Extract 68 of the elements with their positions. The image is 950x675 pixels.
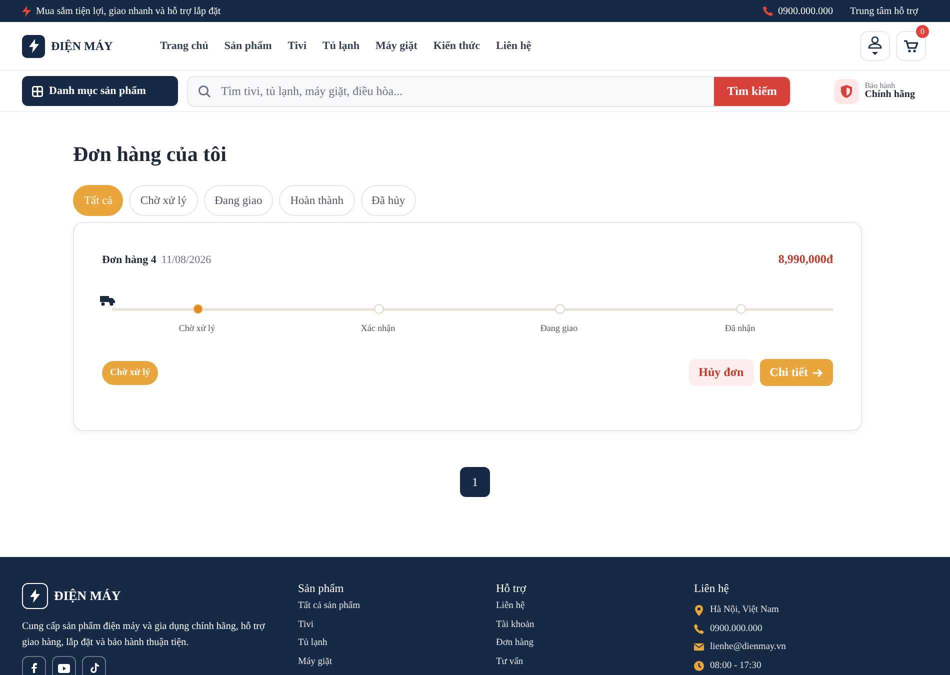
search-field[interactable]: Tìm tivi, tủ lạnh, máy giặt, điều hòa... Tìm kiếm	[187, 76, 791, 106]
nav-link[interactable]: Kiến thức	[433, 40, 480, 52]
footer-link[interactable]: Tư vấn	[496, 656, 694, 675]
footer-heading: Liên hệ	[694, 583, 730, 595]
footer-link[interactable]: Tivi	[298, 620, 496, 638]
arrow-right-icon	[813, 368, 823, 378]
contact-text: 08:00 - 17:30	[710, 660, 762, 671]
filter-tab[interactable]: Đã hủy	[360, 185, 416, 216]
phone-icon	[694, 624, 704, 634]
nav-link[interactable]: Trang chủ	[160, 40, 208, 52]
search-button[interactable]: Tìm kiếm	[714, 76, 790, 106]
support-link[interactable]: Trung tâm hỗ trợ	[850, 6, 918, 16]
order-title: Đơn hàng 4	[102, 254, 156, 266]
bolt-icon	[22, 6, 31, 16]
search-icon	[198, 84, 211, 98]
footer-heading: Sản phẩm	[298, 583, 345, 595]
facebook-icon[interactable]	[22, 656, 46, 675]
phone-icon	[763, 6, 774, 16]
order-total: 8,990,000đ	[778, 252, 833, 266]
phone-number[interactable]: 0900.000.000	[778, 6, 834, 16]
footer-link[interactable]: Tài khoản	[496, 620, 694, 638]
tiktok-icon[interactable]	[82, 656, 106, 675]
nav-link[interactable]: Tivi	[288, 40, 307, 52]
about-text: Cung cấp sản phẩm điện máy và gia dụng chính hãng, hỗ trợ giao hàng, lắp đặt và bảo hành thuận tiện.	[22, 620, 266, 650]
footer-heading: Hỗ trợ	[496, 583, 528, 595]
filter-tab[interactable]: Hoàn thành	[279, 185, 355, 216]
filter-tab[interactable]: Đang giao	[204, 185, 274, 216]
mail-icon	[694, 643, 704, 652]
grid-icon	[32, 86, 43, 96]
footer-link[interactable]: Máy giặt	[298, 656, 496, 675]
location-pin-icon	[694, 604, 704, 616]
account-button[interactable]	[860, 31, 890, 61]
nav-link[interactable]: Tủ lạnh	[322, 40, 360, 52]
category-button[interactable]: Danh mục sản phẩm	[22, 76, 178, 106]
step-label: Xác nhận	[360, 323, 396, 333]
footer-link[interactable]: Tủ lạnh	[298, 638, 496, 656]
warranty-caption: Bảo hành	[864, 82, 896, 90]
cart-icon	[904, 40, 918, 52]
contact-text: lienhe@dienmay.vn	[710, 642, 786, 652]
contact-text: Hà Nội, Việt Nam	[710, 605, 779, 616]
clock-icon	[694, 660, 704, 671]
nav-link[interactable]: Máy giặt	[376, 40, 418, 52]
footer-link[interactable]: Liên hệ	[496, 601, 694, 620]
page-title: Đơn hàng của tôi	[73, 142, 228, 168]
nav-link[interactable]: Sản phẩm	[224, 40, 272, 52]
nav-link[interactable]: Liên hệ	[496, 40, 532, 52]
warranty-title: Chính hãng	[864, 90, 915, 100]
youtube-icon[interactable]	[52, 656, 76, 675]
footer-link[interactable]: Đơn hàng	[496, 638, 694, 656]
logo-icon[interactable]	[22, 583, 48, 609]
cart-count-badge: 0	[916, 25, 929, 38]
status-badge: Chờ xử lý	[102, 360, 158, 384]
truck-icon	[100, 295, 115, 306]
order-date: 11/08/2026	[161, 254, 212, 266]
step-label: Đang giao	[539, 323, 579, 333]
logo-text[interactable]: ĐIỆN MÁY	[51, 38, 113, 54]
user-icon	[868, 36, 882, 56]
footer-link[interactable]: Tất cả sản phẩm	[298, 601, 496, 620]
contact-text: 0900.000.000	[710, 624, 762, 634]
cancel-order-button[interactable]: Hủy đơn	[688, 359, 754, 386]
footer-logo-text[interactable]: ĐIỆN MÁY	[54, 588, 121, 604]
logo-icon[interactable]	[22, 34, 45, 58]
page-button[interactable]: 1	[460, 467, 490, 497]
promo-text: Mua sắm tiện lợi, giao nhanh và hỗ trợ lắp đặt	[36, 6, 221, 16]
step-label: Chờ xử lý	[178, 323, 216, 333]
shield-icon	[834, 78, 859, 104]
step-label: Đã nhận	[724, 323, 756, 333]
filter-tab[interactable]: Chờ xử lý	[129, 185, 198, 216]
